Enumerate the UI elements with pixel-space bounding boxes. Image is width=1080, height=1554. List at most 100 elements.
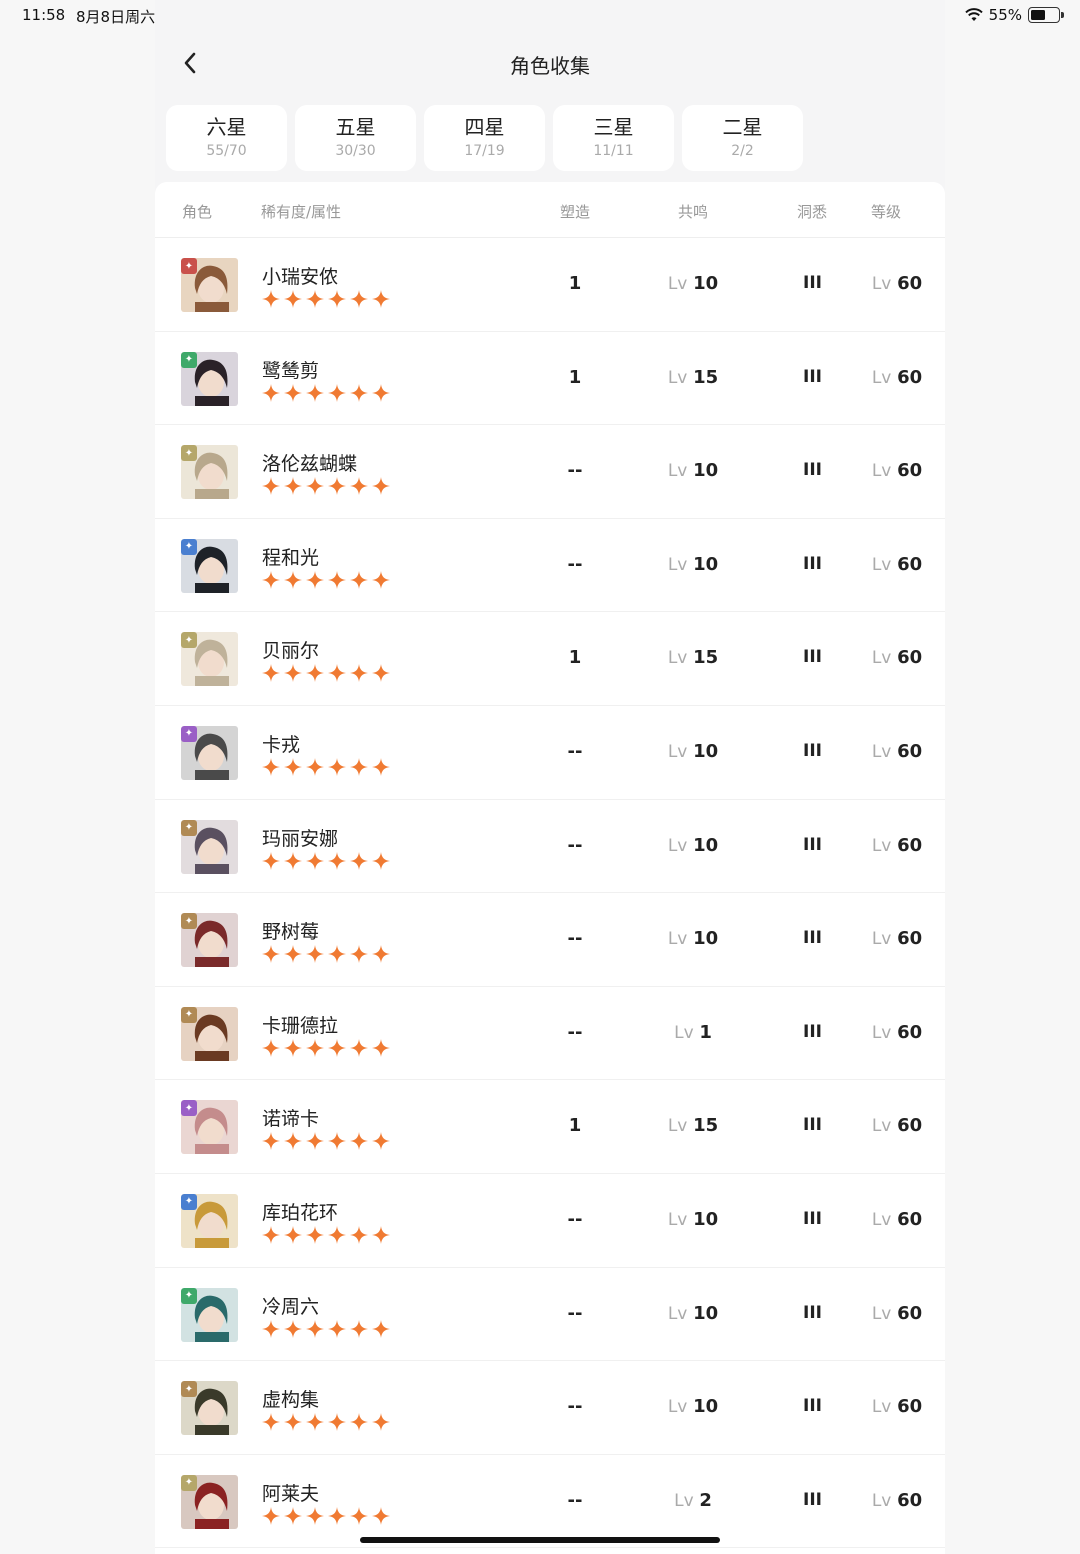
level-value: Lv 60	[867, 741, 927, 762]
level-value: Lv 60	[867, 1115, 927, 1136]
table-row[interactable]: ✦ 阿莱夫 -- Lv 2 III Lv 60	[155, 1455, 945, 1549]
table-row[interactable]: ✦ 诺谛卡 1 Lv 15 III Lv 60	[155, 1080, 945, 1174]
level-number: 60	[897, 273, 923, 294]
tab-count: 11/11	[593, 143, 634, 159]
lv-prefix: Lv	[667, 835, 688, 856]
resonance-value: Lv 10	[653, 460, 733, 481]
lv-prefix: Lv	[871, 835, 892, 856]
table-row[interactable]: ✦ 洛伦兹蝴蝶 -- Lv 10 III Lv 60	[155, 425, 945, 519]
header-shaping[interactable]: 塑造	[560, 201, 590, 222]
rarity-star-icon	[328, 1319, 346, 1338]
level-value: Lv 60	[867, 554, 927, 575]
level-number: 60	[897, 1302, 923, 1324]
rarity-star-icon	[306, 1319, 324, 1338]
level-number: 60	[897, 1115, 923, 1137]
battery-fill	[1031, 10, 1046, 20]
rarity-star-icon	[306, 851, 324, 870]
tab-six-star[interactable]: 六星 55/70	[166, 105, 287, 171]
lv-prefix: Lv	[871, 274, 892, 294]
avatar: ✦	[181, 538, 238, 593]
shaping-value: 1	[568, 273, 582, 294]
table-row[interactable]: ✦ 卡戎 -- Lv 10 III Lv 60	[155, 706, 945, 800]
avatar: ✦	[181, 1193, 238, 1248]
avatar: ✦	[181, 351, 238, 406]
rarity-star-icon	[262, 1038, 280, 1057]
table-row[interactable]: ✦ 贝丽尔 1 Lv 15 III Lv 60	[155, 612, 945, 706]
lv-prefix: Lv	[667, 1397, 688, 1418]
header-level[interactable]: 等级	[871, 201, 901, 222]
resonance-number: 1	[699, 1021, 712, 1043]
home-indicator[interactable]	[360, 1537, 720, 1543]
tab-two-star[interactable]: 二星 2/2	[682, 105, 803, 171]
rarity-star-icon	[262, 945, 280, 964]
rarity-star-icon	[284, 1506, 302, 1525]
resonance-number: 10	[693, 273, 719, 294]
level-value: Lv 60	[867, 1490, 927, 1511]
table-row[interactable]: ✦ 冷周六 -- Lv 10 III Lv 60	[155, 1268, 945, 1362]
rarity-star-icon	[350, 1132, 368, 1151]
rarity-star-icon	[350, 1225, 368, 1244]
tab-label: 六星	[206, 115, 247, 139]
tab-label: 三星	[593, 115, 634, 139]
insight-value: III	[803, 647, 822, 668]
level-number: 60	[897, 460, 923, 482]
resonance-number: 10	[693, 740, 719, 762]
rarity-star-icon	[328, 383, 346, 402]
rarity-star-icon	[262, 1319, 280, 1338]
resonance-value: Lv 10	[653, 554, 733, 575]
rarity-star-icon	[284, 664, 302, 683]
insight-value: III	[803, 928, 822, 949]
table-row[interactable]: ✦ 卡珊德拉 -- Lv 1 III Lv 60	[155, 987, 945, 1081]
shaping-value: --	[567, 1489, 583, 1511]
rarity-star-icon	[350, 290, 368, 308]
table-row[interactable]: ✦ 虚构集 -- Lv 10 III Lv 60	[155, 1361, 945, 1455]
shaping-value: --	[567, 834, 583, 856]
tab-count: 2/2	[731, 143, 754, 159]
table-row[interactable]: ✦ 野树莓 -- Lv 10 III Lv 60	[155, 893, 945, 987]
insight-value: III	[803, 366, 822, 387]
level-number: 60	[897, 928, 923, 950]
lv-prefix: Lv	[667, 461, 688, 482]
rarity-star-icon	[306, 1413, 324, 1432]
lv-prefix: Lv	[871, 1209, 892, 1230]
rarity-star-icon	[284, 1038, 302, 1057]
resonance-value: Lv 1	[653, 1022, 733, 1043]
rarity-star-icon	[262, 757, 280, 776]
intellect-icon: ✦	[181, 1381, 197, 1398]
rarity-star-icon	[284, 1319, 302, 1338]
table-row[interactable]: ✦ 玛丽安娜 -- Lv 10 III Lv 60	[155, 800, 945, 894]
avatar: ✦	[181, 445, 238, 500]
table-row[interactable]: ✦ 库珀花环 -- Lv 10 III Lv 60	[155, 1174, 945, 1268]
rarity-star-icon	[262, 477, 280, 496]
tab-four-star[interactable]: 四星 17/19	[424, 105, 545, 171]
insight-value: III	[803, 273, 822, 293]
header-character[interactable]: 角色	[182, 201, 212, 222]
lv-prefix: Lv	[871, 648, 892, 669]
tab-count: 55/70	[206, 143, 247, 159]
rarity-star-icon	[262, 290, 280, 308]
tab-three-star[interactable]: 三星 11/11	[553, 105, 674, 171]
table-row[interactable]: ✦ 鹭鸶剪 1 Lv 15 III Lv 60	[155, 332, 945, 426]
mineral-icon: ✦	[181, 632, 197, 649]
avatar: ✦	[181, 1287, 238, 1342]
tab-label: 四星	[464, 115, 505, 139]
rarity-star-icon	[328, 664, 346, 683]
insight-value: III	[803, 1115, 822, 1136]
lv-prefix: Lv	[871, 1022, 892, 1043]
rarity-stars	[262, 757, 390, 776]
tab-five-star[interactable]: 五星 30/30	[295, 105, 416, 171]
header-rarity[interactable]: 稀有度/属性	[261, 201, 341, 222]
level-value: Lv 60	[867, 1209, 927, 1230]
header-resonance[interactable]: 共鸣	[678, 201, 708, 222]
character-name: 卡戎	[262, 733, 301, 756]
level-number: 60	[897, 1208, 923, 1230]
rarity-star-icon	[262, 1413, 280, 1432]
rarity-star-icon	[284, 757, 302, 776]
table-row[interactable]: ✦ 小瑞安侬 1 Lv 10 III Lv 60	[155, 238, 945, 332]
header-insight[interactable]: 洞悉	[797, 201, 827, 222]
insight-value: III	[803, 460, 822, 481]
resonance-number: 10	[693, 1396, 719, 1418]
avatar: ✦	[181, 1100, 238, 1155]
resonance-value: Lv 10	[653, 273, 733, 294]
table-row[interactable]: ✦ 程和光 -- Lv 10 III Lv 60	[155, 519, 945, 613]
